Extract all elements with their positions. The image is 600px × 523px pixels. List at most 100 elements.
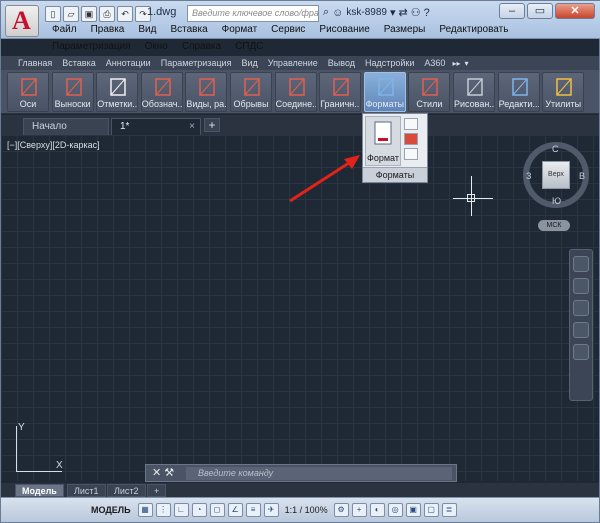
new-tab-button[interactable]: + [204, 118, 220, 132]
zoom-extents-icon[interactable] [573, 300, 589, 316]
ribbon-button-symbol[interactable]: Обознач... [140, 72, 183, 112]
isolate-icon[interactable]: ◎ [387, 503, 403, 517]
user-name[interactable]: ksk-8989 [346, 7, 387, 18]
styles-icon [422, 78, 439, 96]
ribbon-tab[interactable]: Параметризация [156, 58, 237, 68]
layout-tab-sheet1[interactable]: Лист1 [67, 484, 106, 497]
ribbon-tab[interactable]: Вид [236, 58, 262, 68]
ortho-icon[interactable]: ∟ [173, 503, 189, 517]
annotation-icon[interactable]: ✈ [263, 503, 279, 517]
file-tab-start[interactable]: Начало [23, 118, 109, 135]
ribbon-button-boundary[interactable]: Граничн... [319, 72, 362, 112]
customize-icon[interactable]: ≣ [441, 503, 457, 517]
ribbon-button-label: Оси [19, 99, 37, 109]
viewport-controls[interactable]: [−][Сверху][2D-каркас] [7, 140, 100, 150]
orbit-icon[interactable] [573, 322, 589, 338]
help-icon[interactable]: ? [424, 7, 430, 19]
open-file-icon[interactable]: ▱ [63, 6, 79, 22]
user-icon[interactable]: ☺ [332, 7, 343, 19]
menu-item[interactable]: Правка [84, 24, 132, 35]
chevron-down-icon[interactable]: ▾ [390, 6, 396, 19]
menu-item[interactable]: Рисование [312, 24, 376, 35]
ribbon-button-section-view[interactable]: Виды, ра... [185, 72, 228, 112]
menu-item[interactable]: Справка [175, 41, 228, 52]
ribbon-tab[interactable]: A360 [419, 58, 450, 68]
compass-east[interactable]: В [579, 171, 585, 181]
print-icon[interactable]: ⎙ [99, 6, 115, 22]
ribbon-button-utilities[interactable]: Утилиты [542, 72, 585, 112]
ribbon-button-edit-move[interactable]: Редакти... [497, 72, 540, 112]
ribbon-tab[interactable]: Вывод [323, 58, 360, 68]
undo-icon[interactable]: ↶ [117, 6, 133, 22]
steering-wheel-icon[interactable] [573, 256, 589, 272]
osnap-icon[interactable]: ◻ [209, 503, 225, 517]
menu-item[interactable]: Вид [131, 24, 163, 35]
menu-item[interactable]: Формат [215, 24, 265, 35]
hardware-icon[interactable]: ▣ [405, 503, 421, 517]
compass-west[interactable]: З [526, 171, 531, 181]
compass-north[interactable]: С [552, 144, 559, 154]
otrack-icon[interactable]: ∠ [227, 503, 243, 517]
add-layout-button[interactable]: + [147, 484, 167, 497]
menu-item[interactable]: Размеры [377, 24, 433, 35]
lineweight-icon[interactable]: ≡ [245, 503, 261, 517]
ribbon-tab[interactable]: Надстройки [360, 58, 419, 68]
add-icon[interactable]: + [351, 503, 367, 517]
compass-south[interactable]: Ю [552, 196, 561, 206]
application-menu-button[interactable]: A [5, 5, 39, 37]
menu-item[interactable]: Файл [45, 24, 84, 35]
save-icon[interactable]: ▣ [81, 6, 97, 22]
menu-item[interactable]: СПДС [228, 41, 270, 52]
maximize-button[interactable]: ▭ [527, 3, 553, 19]
close-button[interactable]: ✕ [555, 3, 595, 19]
ribbon-button-styles[interactable]: Стили [408, 72, 451, 112]
command-input[interactable]: Введите команду [186, 467, 452, 480]
ribbon-tab[interactable]: Управление [263, 58, 323, 68]
binoculars-icon[interactable]: ⌕ [323, 6, 329, 19]
ribbon-tab[interactable]: Вставка [57, 58, 100, 68]
ucs-y-axis [16, 426, 17, 472]
grid-icon[interactable]: ▦ [137, 503, 153, 517]
format-small-icon-1[interactable] [404, 118, 418, 130]
exchange-icon[interactable]: ⇄ [399, 6, 408, 19]
viewcube-top-face[interactable]: Верх [542, 161, 570, 189]
ribbon-button-break-line[interactable]: Обрывы [230, 72, 272, 112]
layout-tab-model[interactable]: Модель [15, 484, 64, 497]
ribbon-overflow-icon[interactable]: ▾ [462, 59, 470, 68]
ribbon-button-format[interactable]: Форматы [363, 72, 406, 112]
a360-icon[interactable]: ⚇ [411, 6, 421, 19]
menu-item[interactable]: Параметризация [45, 41, 138, 52]
new-file-icon[interactable]: ▯ [45, 6, 61, 22]
ucs-menu[interactable]: МСК [538, 220, 570, 231]
layout-tab-sheet2[interactable]: Лист2 [107, 484, 146, 497]
file-tab-drawing[interactable]: 1* × [111, 118, 201, 135]
minimize-button[interactable]: – [499, 3, 525, 19]
search-input[interactable]: Введите ключевое слово/фразу [187, 5, 319, 22]
menu-item[interactable]: Редактировать [432, 24, 515, 35]
ribbon-button-leader[interactable]: Выноски [51, 72, 94, 112]
snap-icon[interactable]: ⋮ [155, 503, 171, 517]
ribbon-overflow-icon[interactable]: ▸▸ [450, 59, 462, 68]
menu-item[interactable]: Сервис [264, 24, 312, 35]
ribbon-button-drawing[interactable]: Рисован... [453, 72, 495, 112]
ribbon-tab[interactable]: Аннотации [101, 58, 156, 68]
settings-icon[interactable]: ⚙ [333, 503, 349, 517]
menu-item[interactable]: Вставка [163, 24, 214, 35]
ribbon-button-elevation-mark[interactable]: Отметки... [96, 72, 139, 112]
format-small-icon-3[interactable] [404, 148, 418, 160]
format-small-icon-2[interactable] [404, 133, 418, 145]
annotation-scale[interactable]: 1:1 / 100% [282, 505, 331, 515]
command-close-icon[interactable]: ✕ ⚒ [152, 466, 174, 479]
clean-screen-icon[interactable]: ▢ [423, 503, 439, 517]
menu-item[interactable]: Окно [138, 41, 175, 52]
showmotion-icon[interactable] [573, 344, 589, 360]
ribbon-button-axis[interactable]: Оси [7, 72, 49, 112]
model-space-button[interactable]: МОДЕЛЬ [87, 503, 135, 518]
workspace-icon[interactable]: ◐ [369, 503, 385, 517]
ribbon-button-connection[interactable]: Соедине... [274, 72, 317, 112]
close-tab-icon[interactable]: × [189, 119, 195, 134]
ribbon-tab[interactable]: Главная [13, 58, 57, 68]
format-button[interactable]: Формат [365, 116, 401, 166]
polar-icon[interactable]: ◔ [191, 503, 207, 517]
pan-icon[interactable] [573, 278, 589, 294]
